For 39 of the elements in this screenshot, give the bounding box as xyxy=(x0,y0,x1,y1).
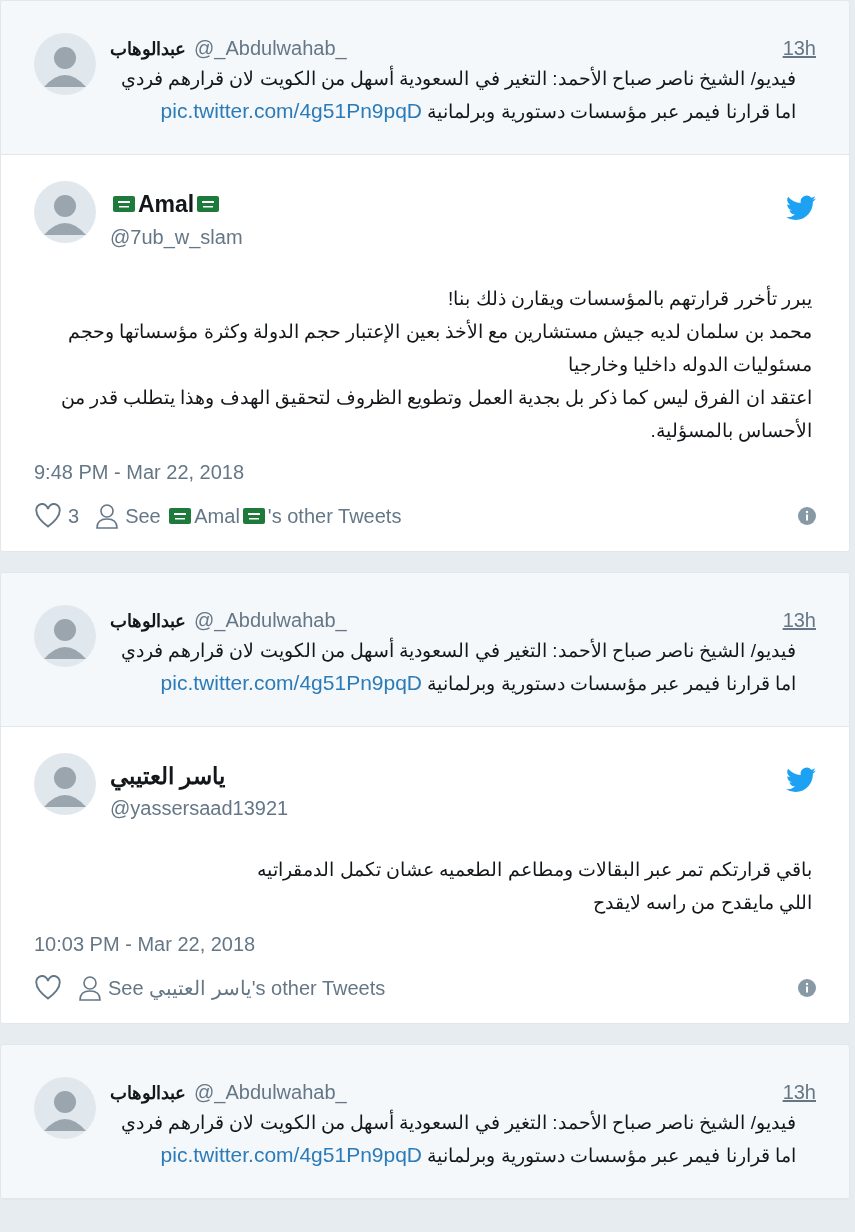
bird-icon[interactable] xyxy=(786,766,816,793)
tweet-time[interactable]: 13h xyxy=(782,33,816,63)
tweet-date[interactable]: 9:48 PM - Mar 22, 2018 xyxy=(34,456,245,487)
author-name[interactable]: عبدالوهاب xyxy=(110,36,186,63)
heart-icon[interactable] xyxy=(34,502,62,529)
avatar[interactable] xyxy=(34,604,96,667)
avatar[interactable] xyxy=(34,181,96,243)
tweet-time[interactable]: 13h xyxy=(782,1077,816,1107)
author-handle[interactable]: @7ub_w_slam xyxy=(110,221,243,252)
info-icon[interactable] xyxy=(798,506,816,525)
saudi-flag-icon xyxy=(169,507,192,524)
like-count: 3 xyxy=(68,503,80,529)
heart-icon[interactable] xyxy=(34,975,62,1001)
saudi-flag-icon xyxy=(242,507,265,524)
avatar[interactable] xyxy=(34,752,96,815)
tweet-link[interactable]: pic.twitter.com/4g51Pn9pqD xyxy=(160,670,423,694)
author-handle[interactable]: @_Abdulwahab_ xyxy=(194,604,347,635)
author-handle[interactable]: @yassersaad13921 xyxy=(110,793,289,823)
avatar[interactable] xyxy=(34,33,96,95)
author-name[interactable]: Amal xyxy=(138,187,195,222)
tweet-time[interactable]: 13h xyxy=(782,604,816,635)
info-icon[interactable] xyxy=(798,979,816,997)
bird-icon[interactable] xyxy=(786,195,816,221)
person-icon xyxy=(95,502,120,529)
tweet-text: يبرر تأخرر قرارتهم بالمؤسسات ويقارن ذلك بنا! محمد بن سلمان لديه جيش مستشارين مع الأخذ بعين الإعتبار حجم الدولة وكثرة مؤسساتها وحجم مسئوليات الدوله داخليا وخارجيا اعتقد ان الفرق ليس كما ذكر بل بجدية العمل وتطويع الظروف لتحقيق الهدف وهذا يتطلب قدر من الأحساس بالمسؤلية. xyxy=(59,284,813,444)
tweet-text: باقي قرارتكم تمر عبر البقالات ومطاعم الطعميه عشان تكمل الدمقراتيه اللي مايقدح من راسه لايقدح xyxy=(256,858,813,916)
author-handle[interactable]: @_Abdulwahab_ xyxy=(194,1077,347,1107)
other-tweets-link[interactable]: See Amal 's other Tweets xyxy=(125,500,402,531)
avatar[interactable] xyxy=(34,1077,96,1139)
tweet-link[interactable]: pic.twitter.com/4g51Pn9pqD xyxy=(160,99,423,122)
saudi-flag-icon xyxy=(197,196,220,213)
author-name[interactable]: عبدالوهاب xyxy=(110,607,186,635)
tweet-date[interactable]: 10:03 PM - Mar 22, 2018 xyxy=(34,929,256,959)
person-icon xyxy=(78,975,102,1001)
author-name[interactable]: عبدالوهاب xyxy=(110,1080,186,1107)
tweet-link[interactable]: pic.twitter.com/4g51Pn9pqD xyxy=(160,1143,423,1166)
author-handle[interactable]: @_Abdulwahab_ xyxy=(194,33,347,63)
saudi-flag-icon xyxy=(113,196,135,213)
author-name[interactable]: ياسر العتيبي xyxy=(110,758,226,793)
